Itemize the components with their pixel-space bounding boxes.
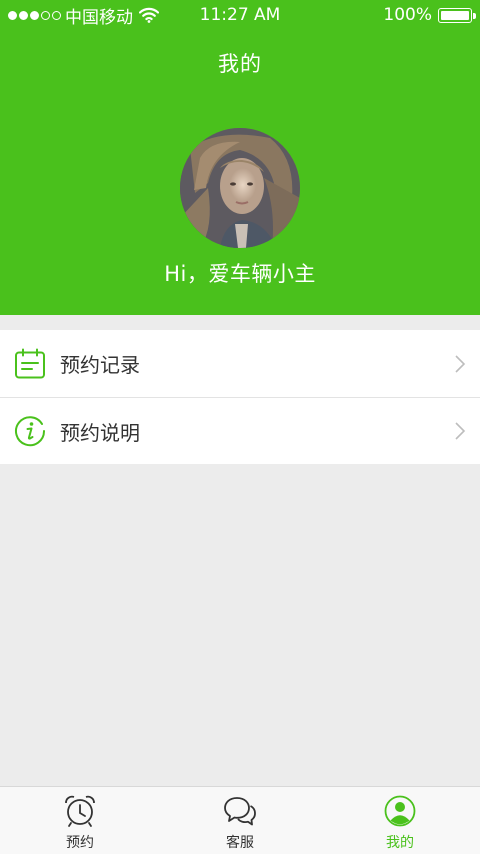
alarm-clock-icon xyxy=(65,795,95,827)
status-left: 中国移动 xyxy=(8,3,159,28)
info-icon xyxy=(15,416,46,447)
menu-item-booking-records[interactable]: 预约记录 xyxy=(0,330,480,397)
profile-header: 中国移动 11:27 AM 100% 我的 Hi，爱车辆小主 xyxy=(0,0,480,315)
chevron-right-icon xyxy=(455,422,466,440)
status-right: 100% xyxy=(383,5,476,25)
user-profile-icon xyxy=(384,795,416,827)
menu-list: 预约记录 预约说明 xyxy=(0,330,480,464)
greeting-text: Hi，爱车辆小主 xyxy=(164,262,316,286)
menu-item-label: 预约记录 xyxy=(60,353,140,377)
page-title: 我的 xyxy=(218,52,262,76)
status-time: 11:27 AM xyxy=(199,5,281,25)
tab-booking[interactable]: 预约 xyxy=(0,787,160,854)
tab-mine[interactable]: 我的 xyxy=(320,787,480,854)
signal-strength-icon xyxy=(8,10,61,20)
wifi-icon xyxy=(139,7,159,23)
carrier-name: 中国移动 xyxy=(65,7,133,28)
menu-item-label: 预约说明 xyxy=(60,420,140,445)
tab-label: 我的 xyxy=(386,835,414,851)
tab-bar: 预约 客服 我的 xyxy=(0,786,480,854)
battery-percent: 100% xyxy=(383,5,432,25)
tab-service[interactable]: 客服 xyxy=(160,787,320,854)
signal-dot xyxy=(30,10,39,20)
signal-dot xyxy=(52,10,61,20)
tab-label: 预约 xyxy=(66,835,94,851)
chevron-right-icon xyxy=(455,354,466,373)
battery-icon xyxy=(438,7,476,23)
tab-label: 客服 xyxy=(226,835,254,851)
signal-dot xyxy=(41,10,50,20)
status-bar: 中国移动 11:27 AM 100% xyxy=(0,0,480,30)
avatar-photo xyxy=(180,128,300,248)
signal-dot xyxy=(19,10,28,20)
calendar-icon xyxy=(15,348,45,378)
avatar[interactable] xyxy=(180,128,300,248)
signal-dot xyxy=(8,10,17,20)
menu-item-booking-instructions[interactable]: 预约说明 xyxy=(0,397,480,464)
battery-fill xyxy=(441,10,469,20)
chat-bubbles-icon xyxy=(224,797,256,826)
